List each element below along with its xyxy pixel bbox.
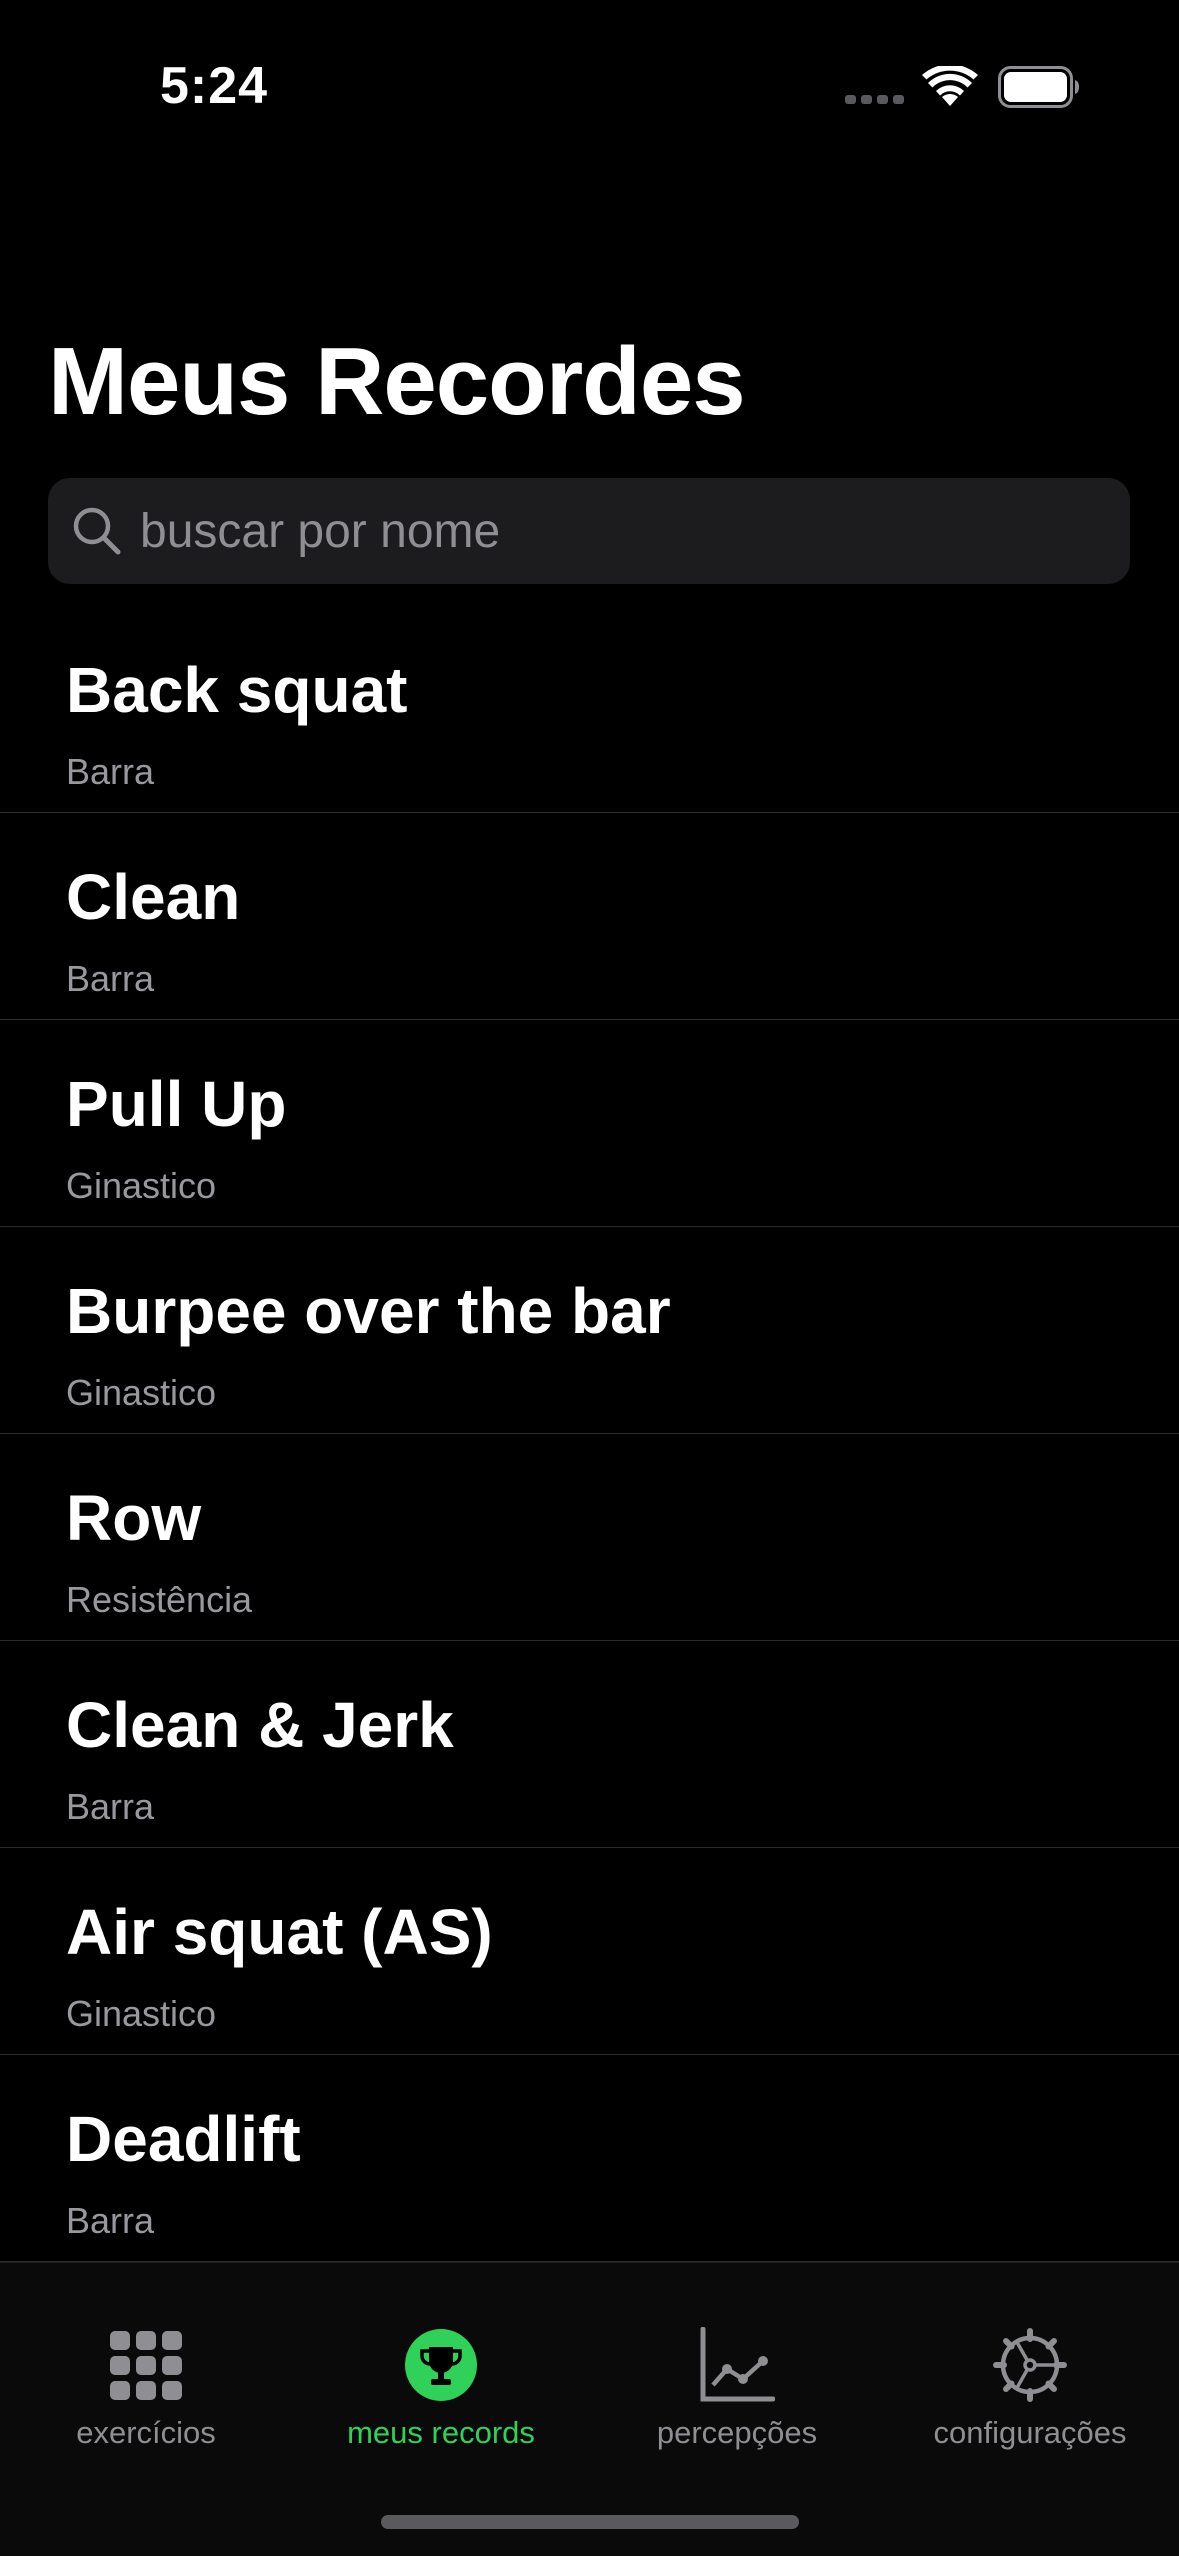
exercise-name: Row [66,1482,202,1554]
battery-icon [998,66,1079,108]
home-indicator [381,2515,799,2529]
status-bar: 5:24 [0,0,1179,170]
exercise-name: Back squat [66,654,408,726]
tab-percepcoes[interactable]: percepções [592,2263,882,2463]
exercise-category: Barra [66,958,155,999]
tab-label: exercícios [76,2415,216,2450]
search-input[interactable] [140,478,1100,584]
tab-label: percepções [656,2415,818,2450]
tab-label: meus records [347,2415,535,2450]
exercise-category: Resistência [66,1579,253,1620]
list-item[interactable]: Burpee over the bar Ginastico [0,1227,1179,1434]
exercise-name: Pull Up [66,1068,287,1140]
list-item[interactable]: Row Resistência [0,1434,1179,1641]
search-field[interactable] [48,478,1130,584]
trophy-icon [405,2329,477,2401]
list-item[interactable]: Pull Up Ginastico [0,1020,1179,1227]
tab-label: configurações [933,2415,1127,2450]
tab-exercicios[interactable]: exercícios [1,2263,291,2463]
exercise-name: Clean [66,861,241,933]
list-item[interactable]: Deadlift Barra [0,2055,1179,2262]
list-item[interactable]: Back squat Barra [0,606,1179,813]
list-item[interactable]: Clean Barra [0,813,1179,1020]
exercise-category: Barra [66,1786,155,1827]
exercise-name: Deadlift [66,2103,301,2175]
exercise-category: Ginastico [66,1165,217,1206]
tab-bar: exercícios meus records percepções confi… [0,2262,1179,2556]
gear-icon [993,2328,1067,2402]
grid-icon [110,2331,182,2400]
exercise-category: Barra [66,2200,155,2241]
list-item[interactable]: Air squat (AS) Ginastico [0,1848,1179,2055]
exercise-category: Barra [66,751,155,792]
cellular-signal-icon [845,95,904,104]
tab-configuracoes[interactable]: configurações [885,2263,1175,2463]
page-title: Meus Recordes [48,328,746,435]
exercise-name: Air squat (AS) [66,1896,493,1968]
chart-line-icon [700,2327,775,2402]
tab-meus-records[interactable]: meus records [296,2263,586,2463]
list-item[interactable]: Clean & Jerk Barra [0,1641,1179,1848]
exercise-name: Burpee over the bar [66,1275,671,1347]
exercise-category: Ginastico [66,1993,217,2034]
exercise-name: Clean & Jerk [66,1689,454,1761]
records-list: Back squat Barra Clean Barra Pull Up Gin… [0,606,1179,2262]
search-icon [73,507,121,555]
status-time: 5:24 [160,57,269,115]
exercise-category: Ginastico [66,1372,217,1413]
wifi-icon [922,66,978,106]
